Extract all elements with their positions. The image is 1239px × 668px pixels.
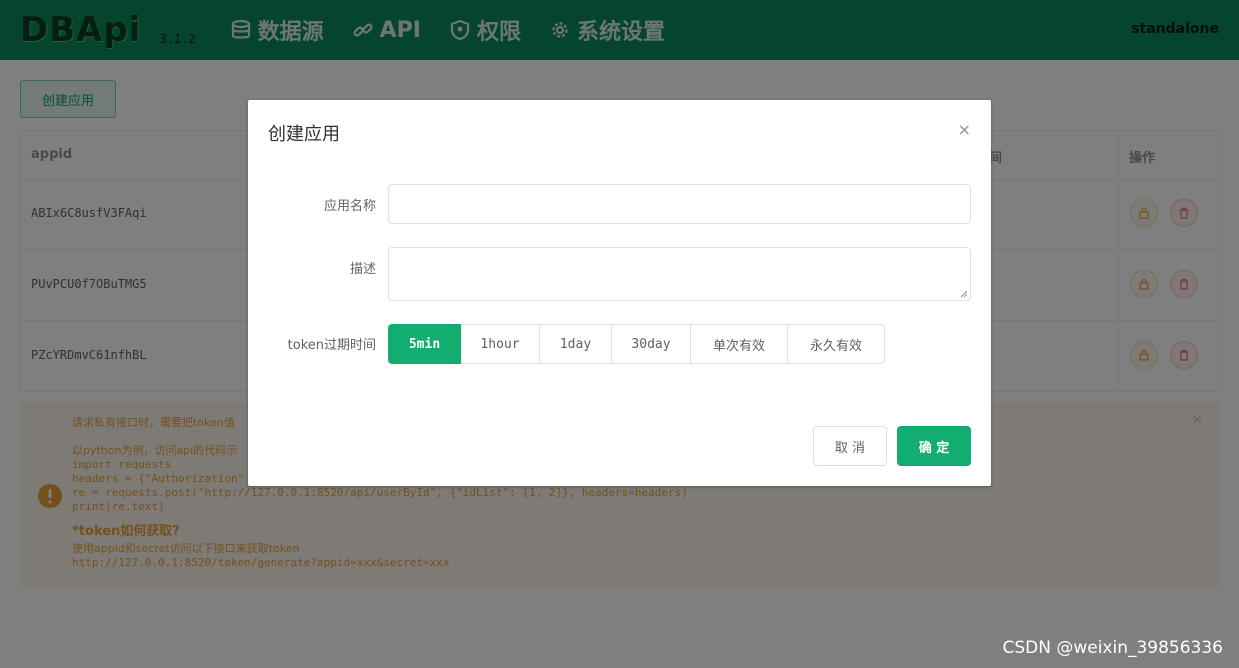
radio-30day[interactable]: 30day — [612, 324, 691, 364]
close-icon[interactable]: × — [958, 120, 971, 139]
token-expire-label: token过期时间 — [287, 338, 376, 353]
create-app-dialog: 创建应用 × 应用名称 描述 token过期时间 5min 1hour 1day… — [248, 100, 991, 486]
cancel-button[interactable]: 取 消 — [813, 426, 887, 466]
app-name-label: 应用名称 — [323, 199, 376, 214]
radio-1hour[interactable]: 1hour — [461, 324, 540, 364]
confirm-button[interactable]: 确 定 — [897, 426, 971, 466]
dialog-title: 创建应用 — [268, 124, 340, 145]
csdn-watermark: CSDN @weixin_39856336 — [1002, 638, 1223, 658]
app-name-input[interactable] — [388, 184, 971, 224]
resize-handle-icon[interactable] — [960, 290, 968, 298]
description-textarea[interactable] — [388, 247, 971, 301]
token-expire-radio-group: 5min 1hour 1day 30day 单次有效 永久有效 — [388, 324, 885, 364]
radio-5min[interactable]: 5min — [388, 324, 461, 364]
description-label: 描述 — [349, 262, 376, 277]
radio-single-use[interactable]: 单次有效 — [691, 324, 788, 364]
radio-1day[interactable]: 1day — [540, 324, 612, 364]
radio-permanent[interactable]: 永久有效 — [788, 324, 885, 364]
